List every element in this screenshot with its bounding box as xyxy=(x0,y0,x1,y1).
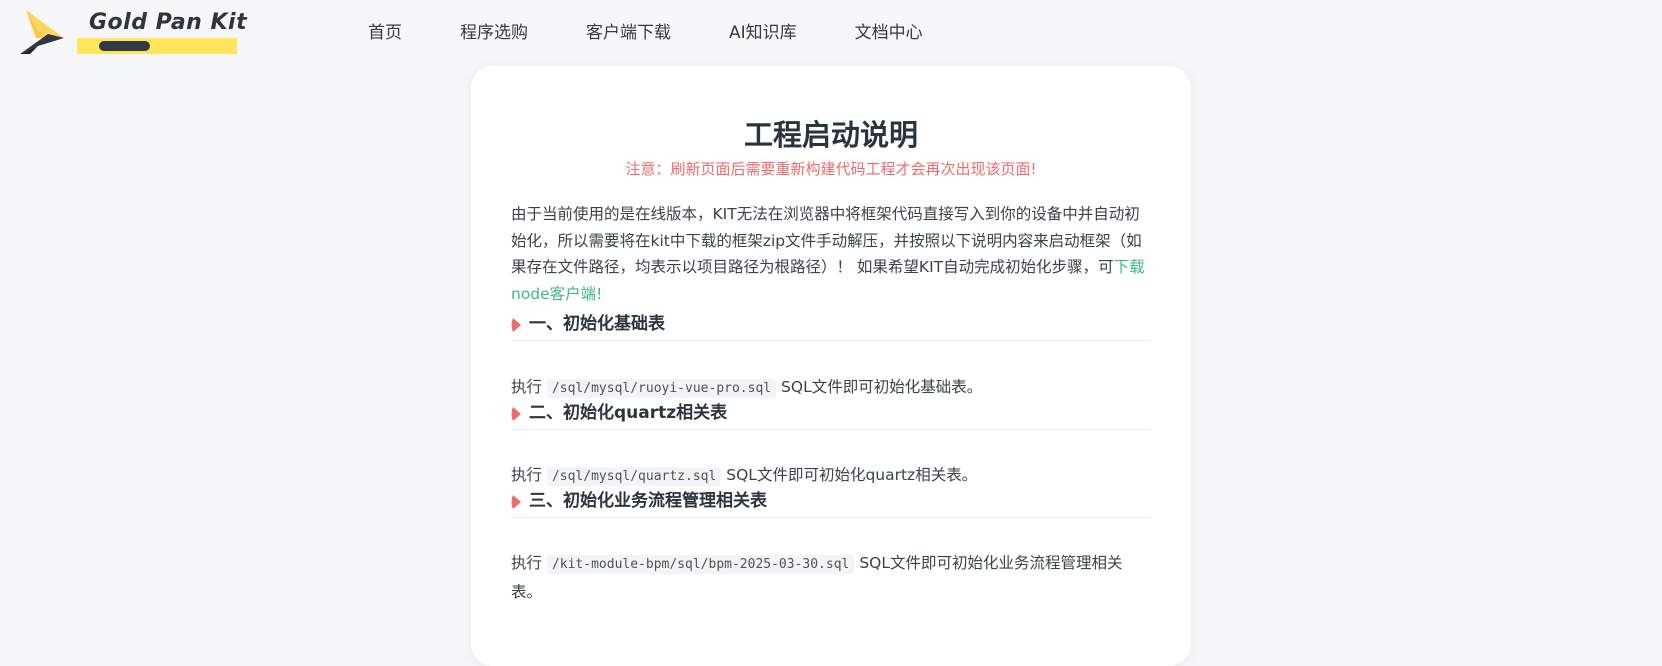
section-title: 三、初始化业务流程管理相关表 xyxy=(529,491,767,511)
section-body-2: 执行 /sql/mysql/quartz.sql SQL文件即可初始化quart… xyxy=(511,462,1151,491)
refresh-notice: 注意：刷新页面后需要重新构建代码工程才会再次出现该页面! xyxy=(625,160,1037,178)
sql-path-code: /sql/mysql/quartz.sql xyxy=(546,467,722,486)
nav-purchase[interactable]: 程序选购 xyxy=(460,20,528,46)
intro-paragraph: 由于当前使用的是在线版本，KIT无法在浏览器中将框架代码直接写入到你的设备中并自… xyxy=(511,201,1151,307)
logo-pill xyxy=(99,41,150,51)
intro-text: 由于当前使用的是在线版本，KIT无法在浏览器中将框架代码直接写入到你的设备中并自… xyxy=(511,205,1142,276)
section-marker-icon xyxy=(511,318,521,332)
exec-label: 执行 xyxy=(511,378,543,396)
gold-pan-logo-icon xyxy=(20,10,64,54)
page-title: 工程启动说明 xyxy=(743,118,918,152)
nav-docs[interactable]: 文档中心 xyxy=(855,20,923,46)
nav-home[interactable]: 首页 xyxy=(368,20,402,46)
exec-label: 执行 xyxy=(511,466,543,484)
section-heading-2: 二、初始化quartz相关表 xyxy=(511,400,1151,430)
nav-client-download[interactable]: 客户端下载 xyxy=(586,20,671,46)
section-description: SQL文件即可初始化quartz相关表。 xyxy=(726,466,978,484)
main-nav: 首页 程序选购 客户端下载 AI知识库 文档中心 xyxy=(368,20,981,46)
section-body-1: 执行 /sql/mysql/ruoyi-vue-pro.sql SQL文件即可初… xyxy=(511,374,1151,403)
section-description: SQL文件即可初始化基础表。 xyxy=(781,378,983,396)
sql-path-code: /sql/mysql/ruoyi-vue-pro.sql xyxy=(546,379,777,398)
top-header: Gold Pan Kit 首页 程序选购 客户端下载 AI知识库 文档中心 xyxy=(0,0,1662,66)
section-marker-icon xyxy=(511,495,521,509)
section-marker-icon xyxy=(511,407,521,421)
brand-logo[interactable]: Gold Pan Kit xyxy=(18,8,247,58)
brand-name: Gold Pan Kit xyxy=(89,10,248,35)
section-title: 一、初始化基础表 xyxy=(529,314,665,334)
section-heading-1: 一、初始化基础表 xyxy=(511,311,1151,341)
section-body-3: 执行 /kit-module-bpm/sql/bpm-2025-03-30.sq… xyxy=(511,550,1151,605)
nav-ai-knowledge[interactable]: AI知识库 xyxy=(729,20,797,46)
sql-path-code: /kit-module-bpm/sql/bpm-2025-03-30.sql xyxy=(546,555,855,574)
section-title: 二、初始化quartz相关表 xyxy=(529,403,728,423)
exec-label: 执行 xyxy=(511,554,543,572)
section-heading-3: 三、初始化业务流程管理相关表 xyxy=(511,488,1151,518)
startup-guide-card: 工程启动说明 注意：刷新页面后需要重新构建代码工程才会再次出现该页面! 由于当前… xyxy=(471,66,1191,666)
